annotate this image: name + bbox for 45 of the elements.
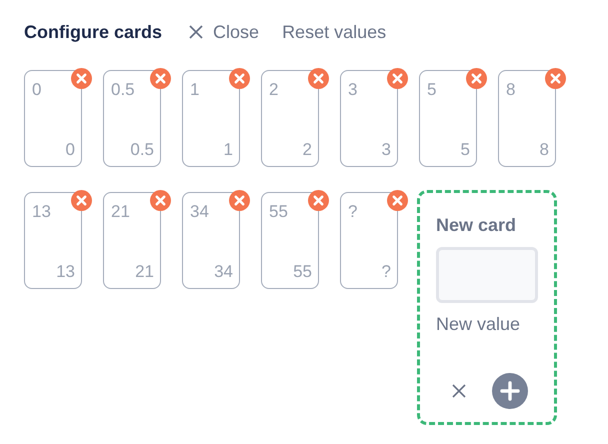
card-value: 55 — [269, 202, 288, 222]
card-value: 1 — [224, 140, 233, 160]
card-value: 21 — [111, 202, 130, 222]
card-value: 0.5 — [111, 80, 135, 100]
new-card-title: New card — [436, 215, 518, 236]
delete-icon[interactable] — [308, 68, 329, 89]
card-value: 13 — [32, 202, 51, 222]
card-value: ? — [382, 262, 391, 282]
card-value: 0.5 — [130, 140, 154, 160]
dialog-title: Configure cards — [24, 22, 162, 42]
reset-button[interactable]: Reset values — [282, 22, 386, 42]
delete-icon[interactable] — [150, 190, 171, 211]
value-input[interactable] — [436, 247, 538, 303]
close-button[interactable]: Close — [188, 22, 260, 42]
card-value: 0 — [32, 80, 42, 100]
card-value: 21 — [135, 262, 154, 282]
card-value: 13 — [56, 262, 75, 282]
delete-icon[interactable] — [71, 190, 92, 211]
cancel-icon[interactable] — [451, 383, 467, 399]
delete-icon[interactable] — [150, 68, 171, 89]
card-value: 3 — [348, 80, 358, 100]
delete-icon[interactable] — [387, 68, 408, 89]
card-value: 5 — [460, 140, 470, 160]
card-value: 1 — [190, 80, 200, 100]
delete-icon[interactable] — [308, 190, 329, 211]
card-value: 2 — [269, 80, 278, 100]
delete-icon[interactable] — [71, 68, 92, 89]
card-value: ? — [348, 202, 358, 222]
card-value: 3 — [382, 140, 391, 160]
delete-icon[interactable] — [387, 190, 408, 211]
card-value: 0 — [66, 140, 75, 160]
card-value: 8 — [540, 140, 549, 160]
card-value: 8 — [506, 80, 516, 100]
close-icon — [188, 24, 204, 40]
card-value: 34 — [214, 262, 233, 282]
add-icon[interactable] — [492, 373, 528, 409]
card-value: 2 — [302, 140, 312, 160]
delete-icon[interactable] — [545, 68, 566, 89]
input-label: New value — [436, 314, 522, 335]
card-value: 5 — [427, 80, 436, 100]
delete-icon[interactable] — [229, 68, 250, 89]
delete-icon[interactable] — [466, 68, 487, 89]
card-value: 34 — [190, 202, 209, 222]
card-value: 55 — [293, 262, 312, 282]
delete-icon[interactable] — [229, 190, 250, 211]
